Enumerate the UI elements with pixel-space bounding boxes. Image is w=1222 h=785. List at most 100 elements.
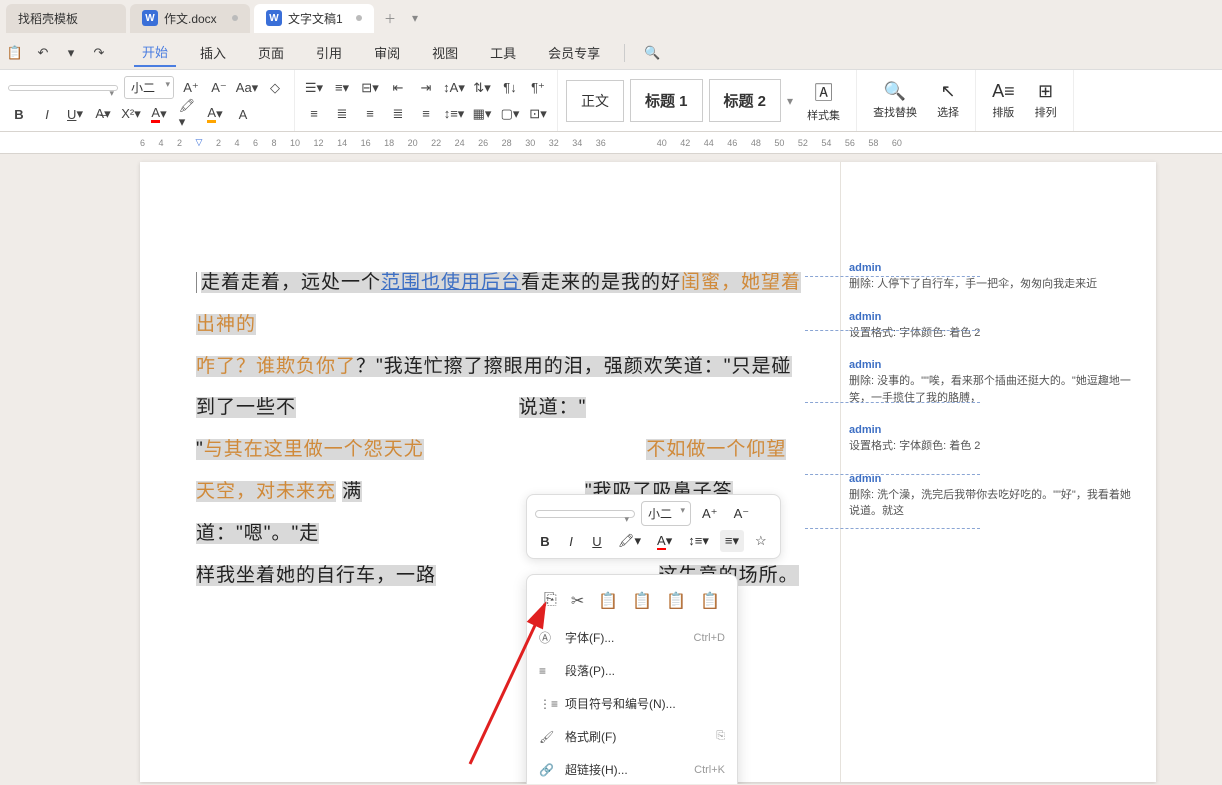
justify-icon[interactable]: ≣	[387, 103, 409, 125]
superscript-button[interactable]: X²▾	[120, 103, 142, 125]
link-icon: 🔗	[539, 763, 555, 777]
menu-start[interactable]: 开始	[134, 38, 176, 67]
paste-text-icon[interactable]: 📋	[662, 587, 690, 615]
menu-view[interactable]: 视图	[424, 39, 466, 66]
decrease-font-icon[interactable]: A⁻	[208, 77, 230, 99]
text-highlight-button[interactable]: A▾	[204, 103, 226, 125]
comment-item[interactable]: admin 删除: 没事的。""唉，看来那个插曲还挺大的。"她逗趣地一笑，一手揽…	[849, 359, 1138, 406]
menu-tools[interactable]: 工具	[482, 39, 524, 66]
list-icon: ⋮≡	[539, 697, 555, 711]
cm-paragraph[interactable]: ≡ 段落(P)...	[527, 654, 737, 687]
bullets-icon[interactable]: ☰▾	[303, 77, 325, 99]
brush-icon: 🖌	[539, 730, 555, 744]
align-center-icon[interactable]: ≣	[331, 103, 353, 125]
paste-icon[interactable]: 📋	[594, 587, 622, 615]
mini-font-color-button[interactable]: A▾	[652, 530, 677, 552]
mini-italic-button[interactable]: I	[561, 531, 581, 552]
tab-menu-button[interactable]: ▾	[406, 5, 424, 31]
mini-more-button[interactable]: ☆	[750, 530, 772, 552]
add-tab-button[interactable]: ＋	[378, 4, 402, 33]
tab-document-1[interactable]: W 作文.docx	[130, 4, 250, 33]
comment-item[interactable]: admin 删除: 人停下了自行车，手一把伞，匆匆向我走来近	[849, 262, 1138, 293]
paste-icon[interactable]: 📋	[4, 42, 26, 64]
comment-item[interactable]: admin 设置格式: 字体颜色: 着色 2	[849, 424, 1138, 455]
cm-font[interactable]: Ⓐ 字体(F)... Ctrl+D	[527, 621, 737, 654]
mini-font-family-dropdown[interactable]	[535, 510, 635, 518]
undo-dropdown-icon[interactable]: ▾	[60, 42, 82, 64]
increase-indent-icon[interactable]: ⇥	[415, 77, 437, 99]
multilevel-list-icon[interactable]: ⊟▾	[359, 77, 381, 99]
styles-more-icon[interactable]: ▾	[787, 94, 793, 108]
mini-highlight-button[interactable]: 🖍▾	[613, 530, 646, 552]
paste-format-icon[interactable]: 📋	[628, 587, 656, 615]
align-left-icon[interactable]: ≡	[303, 103, 325, 125]
menu-review[interactable]: 审阅	[366, 39, 408, 66]
align-right-icon[interactable]: ≡	[359, 103, 381, 125]
comment-item[interactable]: admin 设置格式: 字体颜色: 着色 2	[849, 311, 1138, 342]
paragraph-marks-icon[interactable]: ¶⁺	[527, 77, 549, 99]
undo-icon[interactable]: ↶	[32, 42, 54, 64]
style-heading2[interactable]: 标题 2	[709, 79, 782, 122]
numbering-icon[interactable]: ≡▾	[331, 77, 353, 99]
select-button[interactable]: ↖ 选择	[929, 77, 967, 124]
font-size-dropdown[interactable]: 小二	[124, 76, 174, 99]
menu-page[interactable]: 页面	[250, 39, 292, 66]
underline-button[interactable]: U▾	[64, 103, 86, 125]
find-replace-button[interactable]: 🔍 查找替换	[865, 77, 925, 124]
sort-icon[interactable]: ⇅▾	[471, 77, 493, 99]
text-direction-icon[interactable]: ↕A▾	[443, 77, 465, 99]
cm-format-painter[interactable]: 🖌 格式刷(F) ⎘	[527, 720, 737, 753]
mini-line-spacing-button[interactable]: ↕≡▾	[683, 530, 714, 552]
highlight-button[interactable]: 🖍▾	[176, 103, 198, 125]
tab-template[interactable]: 找稻壳模板	[6, 4, 126, 33]
line-spacing-icon[interactable]: ↕≡▾	[443, 103, 465, 125]
italic-button[interactable]: I	[36, 103, 58, 125]
mini-align-button[interactable]: ≡▾	[720, 530, 744, 552]
layout-icon: A≡	[992, 81, 1015, 102]
redo-icon[interactable]: ↷	[88, 42, 110, 64]
cm-hyperlink[interactable]: 🔗 超链接(H)... Ctrl+K	[527, 753, 737, 784]
tab-label: 文字文稿1	[288, 10, 350, 27]
arrange-button[interactable]: ⊞ 排列	[1027, 77, 1065, 124]
layout-button[interactable]: A≡ 排版	[984, 77, 1023, 124]
paragraph-settings-icon[interactable]: ⊡▾	[527, 103, 549, 125]
mini-decrease-font[interactable]: A⁻	[729, 503, 755, 525]
styles-set-button[interactable]: 🄰 样式集	[799, 75, 848, 127]
strikethrough-button[interactable]: A̶▾	[92, 103, 114, 125]
menu-insert[interactable]: 插入	[192, 39, 234, 66]
unsaved-dot-icon	[356, 15, 362, 21]
tab-document-2[interactable]: W 文字文稿1	[254, 4, 374, 33]
search-icon[interactable]: 🔍	[641, 42, 663, 64]
comment-connector	[805, 276, 980, 277]
style-heading1[interactable]: 标题 1	[630, 79, 703, 122]
shading-icon[interactable]: ▦▾	[471, 103, 493, 125]
show-marks-icon[interactable]: ¶↓	[499, 77, 521, 99]
font-family-dropdown[interactable]	[8, 85, 118, 91]
paste-special-icon[interactable]: 📋	[696, 587, 724, 615]
increase-font-icon[interactable]: A⁺	[180, 77, 202, 99]
cm-bullets[interactable]: ⋮≡ 项目符号和编号(N)...	[527, 687, 737, 720]
search-icon: 🔍	[884, 81, 906, 102]
mini-bold-button[interactable]: B	[535, 531, 555, 552]
bold-button[interactable]: B	[8, 103, 30, 125]
style-body[interactable]: 正文	[566, 80, 624, 122]
font-color-button[interactable]: A▾	[148, 103, 170, 125]
decrease-indent-icon[interactable]: ⇤	[387, 77, 409, 99]
ruler[interactable]: 642 ▽ 2468 10121416 18202224 26283032 34…	[0, 132, 1222, 154]
clear-format-icon[interactable]: ◇	[264, 77, 286, 99]
mini-font-size-dropdown[interactable]: 小二	[641, 501, 691, 526]
borders-icon[interactable]: ▢▾	[499, 103, 521, 125]
word-icon: W	[266, 10, 282, 26]
distribute-icon[interactable]: ≡	[415, 103, 437, 125]
menu-reference[interactable]: 引用	[308, 39, 350, 66]
change-case-icon[interactable]: Aa▾	[236, 77, 258, 99]
mini-underline-button[interactable]: U	[587, 531, 607, 552]
copy-icon[interactable]: ⎘	[540, 587, 561, 615]
character-shading-button[interactable]: A	[232, 103, 254, 125]
comment-connector	[805, 330, 980, 331]
tab-label: 作文.docx	[164, 10, 226, 27]
comment-item[interactable]: admin 删除: 洗个澡，洗完后我带你去吃好吃的。""好"，我看着她说道。就这	[849, 473, 1138, 520]
menu-member[interactable]: 会员专享	[540, 39, 608, 66]
mini-increase-font[interactable]: A⁺	[697, 503, 723, 525]
cut-icon[interactable]: ✂	[567, 587, 588, 615]
